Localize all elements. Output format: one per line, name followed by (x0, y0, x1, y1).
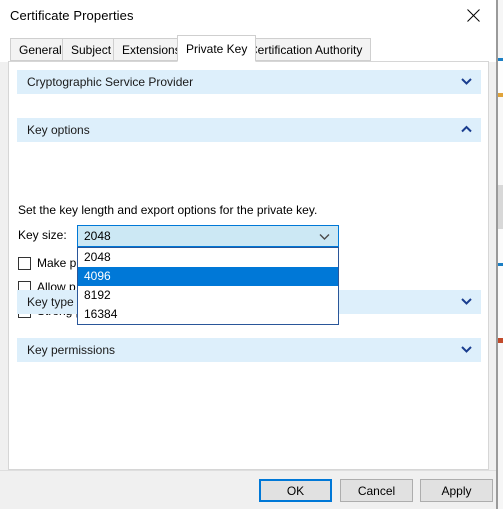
section-title-csp: Cryptographic Service Provider (27, 75, 194, 89)
key-options-description: Set the key length and export options fo… (18, 203, 318, 217)
certificate-properties-dialog: Certificate Properties General Subject E… (0, 0, 497, 509)
ok-button[interactable]: OK (259, 479, 332, 502)
chevron-down-icon (461, 297, 472, 306)
section-title-key-options: Key options (27, 123, 90, 137)
tab-certification-authority-label: Certification Authority (249, 42, 363, 57)
key-size-option-8192[interactable]: 8192 (78, 286, 338, 305)
section-header-cryptographic-service-provider[interactable]: Cryptographic Service Provider (17, 70, 481, 94)
key-size-combobox[interactable]: 2048 (77, 225, 339, 247)
section-title-key-type: Key type (27, 295, 74, 309)
tab-subject-label: Subject (71, 42, 112, 57)
key-size-label: Key size: (18, 228, 67, 242)
chevron-down-icon (461, 77, 472, 86)
tab-strip: General Subject Extensions Private Key C… (0, 31, 496, 62)
tab-general-label: General (19, 42, 62, 57)
key-size-option-16384[interactable]: 16384 (78, 305, 338, 324)
cancel-button[interactable]: Cancel (340, 479, 413, 502)
key-size-dropdown-list[interactable]: 2048 4096 8192 16384 (77, 247, 339, 325)
window-title: Certificate Properties (10, 8, 134, 23)
tab-certification-authority[interactable]: Certification Authority (240, 38, 372, 61)
bg-segment-gray (498, 185, 503, 229)
key-size-selected-value: 2048 (84, 229, 111, 243)
checkbox-label-make-private-key-exportable: Make p (37, 256, 77, 270)
tab-subject[interactable]: Subject (62, 38, 121, 61)
title-bar: Certificate Properties (0, 0, 496, 31)
key-size-option-4096[interactable]: 4096 (78, 267, 338, 286)
close-icon[interactable] (451, 0, 496, 30)
tab-extensions-label: Extensions (122, 42, 181, 57)
bg-segment-bottom (498, 343, 503, 509)
section-header-key-permissions[interactable]: Key permissions (17, 338, 481, 362)
section-header-key-options[interactable]: Key options (17, 118, 481, 142)
bg-segment-rest (498, 266, 503, 338)
chevron-up-icon (461, 125, 472, 134)
bg-segment-body (498, 97, 503, 185)
bg-segment-top (498, 0, 503, 58)
tab-private-key-label: Private Key (186, 41, 248, 56)
section-title-key-permissions: Key permissions (27, 343, 116, 357)
background-window-strip (497, 0, 503, 509)
dialog-footer: OK Cancel Apply (0, 470, 496, 509)
checkbox-make-private-key-exportable[interactable] (18, 256, 31, 270)
private-key-tab-panel: Cryptographic Service Provider Key optio… (8, 61, 489, 470)
tab-private-key[interactable]: Private Key (177, 35, 257, 62)
bg-segment-lower (498, 229, 503, 263)
chevron-down-icon (319, 233, 330, 241)
chevron-down-icon (461, 345, 472, 354)
checkbox-row-make-private-key-exportable[interactable]: Make p (18, 254, 76, 272)
key-size-option-2048[interactable]: 2048 (78, 248, 338, 267)
apply-button[interactable]: Apply (420, 479, 493, 502)
bg-segment-mid (498, 61, 503, 93)
